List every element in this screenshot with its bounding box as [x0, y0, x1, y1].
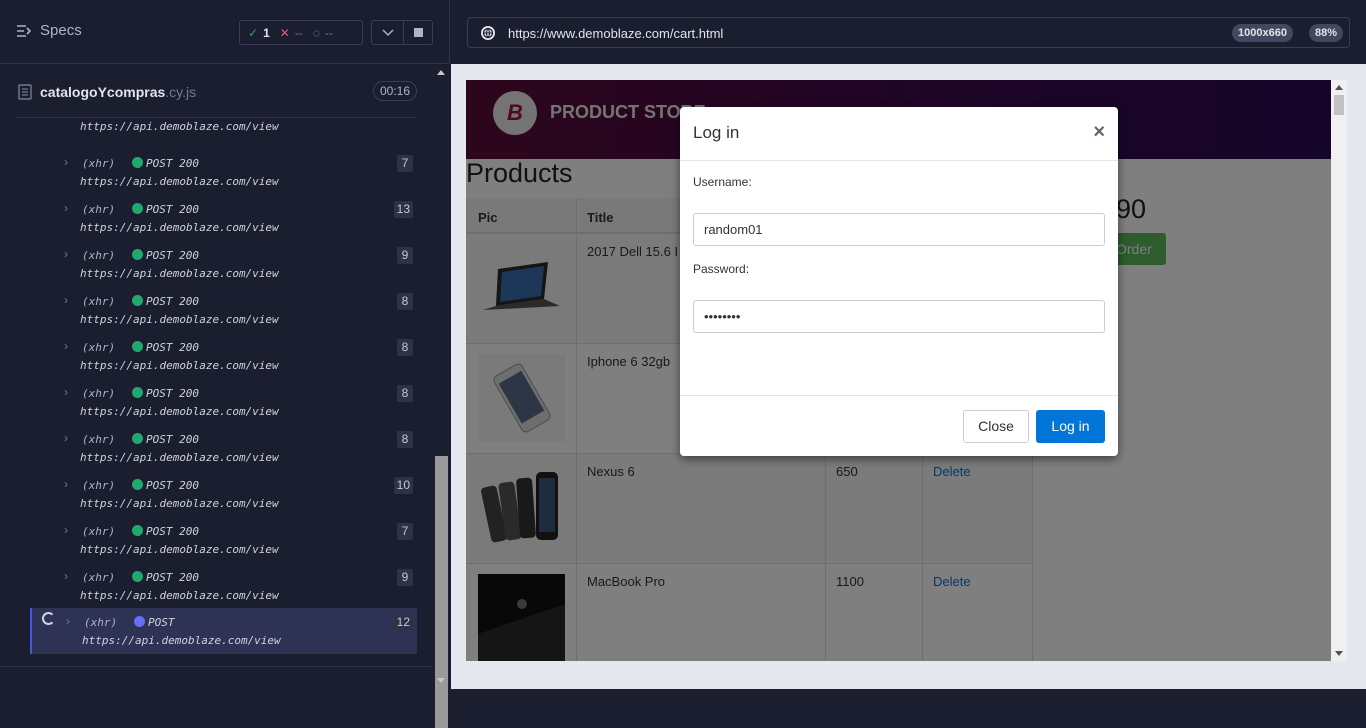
command-count: 13	[393, 201, 413, 218]
login-button[interactable]: Log in	[1036, 410, 1105, 443]
command-row[interactable]: › (xhr) POST 200 https://api.demoblaze.c…	[30, 523, 417, 569]
check-icon: ✓	[248, 25, 259, 40]
command-count: 8	[397, 431, 413, 448]
aut-scrollbar[interactable]	[1331, 80, 1347, 661]
modal-header: Log in ×	[680, 107, 1118, 161]
command-row[interactable]: › (xhr) POST 200 https://api.demoblaze.c…	[30, 431, 417, 477]
close-button[interactable]: Close	[963, 410, 1029, 443]
status-dot	[132, 525, 143, 536]
username-input[interactable]	[693, 213, 1105, 246]
status-dot	[132, 295, 143, 306]
status-dot	[132, 157, 143, 168]
password-input[interactable]	[693, 300, 1105, 333]
command-row[interactable]: › (xhr) POST 200 https://api.demoblaze.c…	[30, 247, 417, 293]
chevron-right-icon: ›	[64, 385, 68, 399]
close-icon[interactable]: ×	[1093, 122, 1105, 142]
password-label: Password:	[693, 262, 750, 276]
chevron-right-icon: ›	[64, 339, 68, 353]
status-dot	[132, 571, 143, 582]
command-row-active[interactable]: › (xhr) POST https://api.demoblaze.com/v…	[30, 608, 417, 654]
divider	[0, 666, 432, 667]
scroll-down-arrow-icon[interactable]	[437, 678, 445, 683]
aut-header: https://www.demoblaze.com/cart.html 1000…	[451, 0, 1366, 64]
chevron-right-icon: ›	[64, 201, 68, 215]
scrollbar-thumb[interactable]	[1334, 95, 1344, 115]
chevron-down-icon	[381, 24, 394, 42]
login-modal: Log in × Username: Password: Close Log i…	[680, 107, 1118, 456]
command-row[interactable]: › (xhr) POST 200 https://api.demoblaze.c…	[30, 293, 417, 339]
url-bar[interactable]: https://www.demoblaze.com/cart.html 1000…	[467, 17, 1350, 48]
command-log: (xhr) https://api.demoblaze.com/view › (…	[30, 118, 417, 666]
spec-duration: 00:16	[372, 81, 417, 101]
command-count: 7	[397, 523, 413, 540]
loading-spinner-icon	[42, 612, 55, 625]
command-count: 8	[397, 385, 413, 402]
stop-button[interactable]	[403, 20, 433, 45]
zoom-badge[interactable]: 88%	[1308, 24, 1343, 42]
chevron-right-icon: ›	[64, 431, 68, 445]
failed-stat: ✕ --	[279, 25, 303, 40]
modal-footer: Close Log in	[680, 395, 1118, 456]
command-count: 12	[393, 614, 413, 631]
command-row[interactable]: (xhr) https://api.demoblaze.com/view	[30, 118, 417, 146]
command-count: 7	[397, 155, 413, 172]
command-count: 10	[393, 477, 413, 494]
passed-stat: ✓ 1	[248, 25, 270, 40]
reporter-panel: Specs ✓ 1 ✕ -- ◌ -- catalogoYcompras.cy.…	[0, 0, 450, 728]
modal-title: Log in	[693, 123, 740, 142]
spec-filename: catalogoYcompras.cy.js	[40, 84, 197, 100]
url-text: https://www.demoblaze.com/cart.html	[508, 26, 724, 41]
chevron-right-icon: ›	[64, 293, 68, 307]
command-row[interactable]: › (xhr) POST 200 https://api.demoblaze.c…	[30, 155, 417, 201]
reporter-scrollbar[interactable]	[433, 64, 450, 728]
specs-button[interactable]: Specs	[16, 22, 82, 39]
status-dot	[132, 249, 143, 260]
status-dot	[132, 341, 143, 352]
chevron-right-icon: ›	[64, 155, 68, 169]
command-row[interactable]: › (xhr) POST 200 https://api.demoblaze.c…	[30, 385, 417, 431]
stop-icon	[413, 28, 423, 37]
command-count: 8	[397, 339, 413, 356]
aut-panel: https://www.demoblaze.com/cart.html 1000…	[451, 0, 1366, 689]
scroll-down-arrow-icon[interactable]	[1335, 651, 1343, 656]
command-row[interactable]: › (xhr) POST 200 https://api.demoblaze.c…	[30, 477, 417, 523]
options-dropdown-button[interactable]	[371, 20, 404, 45]
command-count: 9	[397, 247, 413, 264]
command-count: 8	[397, 293, 413, 310]
chevron-right-icon: ›	[64, 247, 68, 261]
pending-circle-icon: ◌	[312, 25, 320, 40]
scroll-up-arrow-icon[interactable]	[437, 70, 445, 75]
globe-icon	[480, 25, 496, 46]
chevron-right-icon: ›	[64, 477, 68, 491]
command-row[interactable]: › (xhr) POST 200 https://api.demoblaze.c…	[30, 339, 417, 385]
scrollbar-thumb[interactable]	[435, 456, 448, 728]
status-dot	[134, 616, 145, 627]
command-row[interactable]: › (xhr) POST 200 https://api.demoblaze.c…	[30, 201, 417, 247]
document-icon	[18, 84, 32, 105]
viewport-badge[interactable]: 1000x660	[1232, 24, 1293, 42]
pending-stat: ◌ --	[312, 25, 333, 40]
specs-label: Specs	[40, 22, 82, 39]
test-stats: ✓ 1 ✕ -- ◌ --	[239, 20, 363, 45]
chevron-right-icon: ›	[66, 614, 70, 628]
chevron-right-icon: ›	[64, 569, 68, 583]
status-dot	[132, 479, 143, 490]
reporter-header: Specs ✓ 1 ✕ -- ◌ --	[0, 0, 450, 64]
chevron-right-icon: ›	[64, 523, 68, 537]
command-count: 9	[397, 569, 413, 586]
status-dot	[132, 433, 143, 444]
spec-header[interactable]: catalogoYcompras.cy.js 00:16	[16, 66, 417, 118]
x-icon: ✕	[279, 25, 290, 40]
app-under-test-frame: B PRODUCT STORE Products Pic Title 2017 …	[466, 80, 1347, 661]
scroll-up-arrow-icon[interactable]	[1335, 85, 1343, 90]
specs-menu-icon	[16, 24, 32, 38]
status-dot	[132, 203, 143, 214]
status-dot	[132, 387, 143, 398]
username-label: Username:	[693, 175, 752, 189]
